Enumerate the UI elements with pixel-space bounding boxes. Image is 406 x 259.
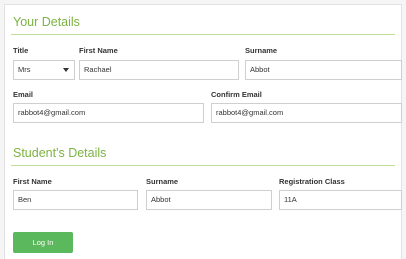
title-select-value: Mrs: [18, 65, 31, 74]
first-name-field[interactable]: Rachael: [79, 60, 239, 80]
chevron-down-icon: [63, 68, 69, 72]
email-field[interactable]: rabbot4@gmail.com: [13, 103, 204, 123]
first-name-label: First Name: [79, 46, 118, 55]
student-surname-field[interactable]: Abbot: [146, 190, 272, 210]
your-details-divider: [11, 34, 395, 35]
registration-class-label: Registration Class: [279, 177, 345, 186]
student-first-name-field[interactable]: Ben: [13, 190, 138, 210]
login-button[interactable]: Log In: [13, 232, 73, 253]
registration-class-field[interactable]: 11A: [279, 190, 402, 210]
your-details-heading: Your Details: [13, 15, 80, 29]
confirm-email-field[interactable]: rabbot4@gmail.com: [211, 103, 402, 123]
surname-label: Surname: [245, 46, 278, 55]
details-form: Your Details Title Mrs First Name Rachae…: [4, 4, 402, 259]
title-select[interactable]: Mrs: [13, 60, 75, 80]
surname-field[interactable]: Abbot: [245, 60, 402, 80]
confirm-email-label: Confirm Email: [211, 90, 262, 99]
email-label: Email: [13, 90, 34, 99]
student-surname-label: Surname: [146, 177, 179, 186]
student-first-name-label: First Name: [13, 177, 52, 186]
students-details-divider: [11, 165, 395, 166]
students-details-heading: Student's Details: [13, 146, 107, 160]
title-label: Title: [13, 46, 29, 55]
